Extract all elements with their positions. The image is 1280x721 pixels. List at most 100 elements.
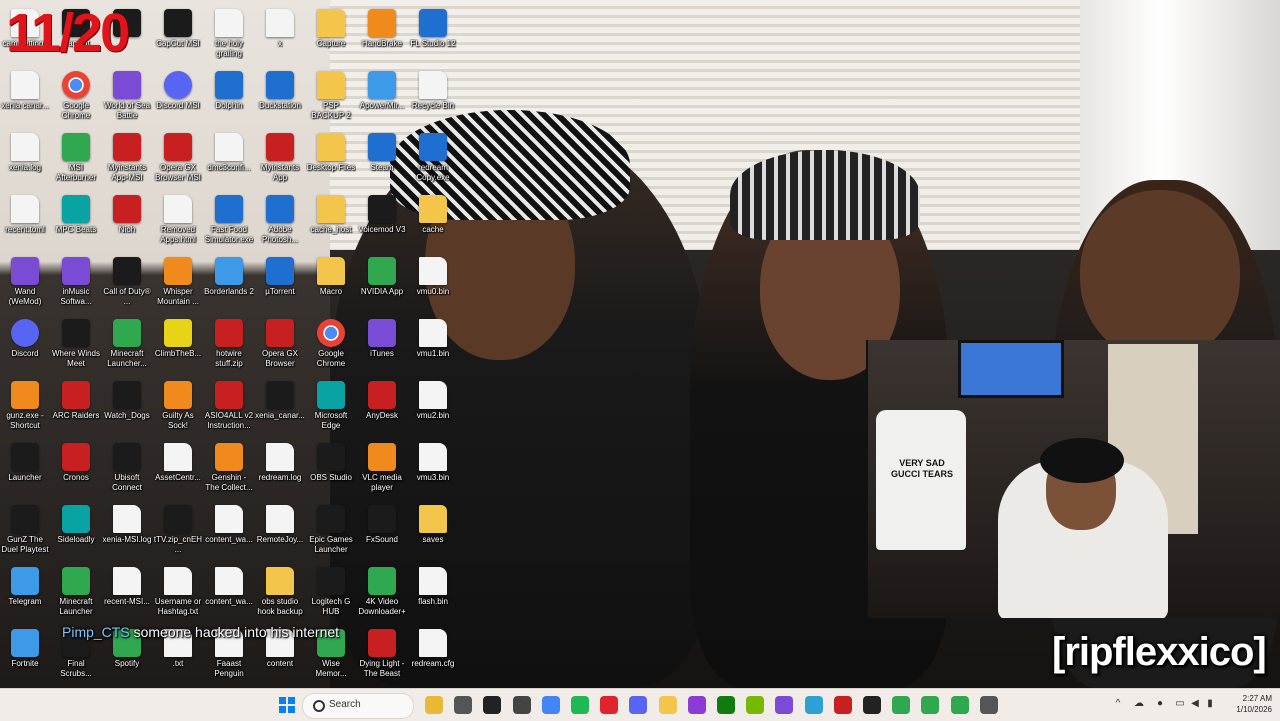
desktop-icon[interactable]: dmc3confi... (204, 128, 254, 190)
opera-icon[interactable] (600, 696, 618, 714)
folder-icon[interactable] (659, 696, 677, 714)
desktop-icon[interactable]: HandBrake (357, 4, 407, 66)
desktop-icon[interactable]: VLC media player (357, 438, 407, 500)
desktop-icon[interactable]: Logitech G HUB (306, 562, 356, 624)
xbox-icon[interactable] (717, 696, 735, 714)
desktop-icon[interactable]: ApowerMir... (357, 66, 407, 128)
chevron-up-icon[interactable]: ^ (1112, 698, 1124, 710)
desktop-icon[interactable]: xenia-MSI.log (102, 500, 152, 562)
obs-icon[interactable] (513, 696, 531, 714)
desktop-icon[interactable]: Call of Duty® ... (102, 252, 152, 314)
start-button[interactable] (275, 693, 299, 717)
desktop-icon[interactable]: Borderlands 2 (204, 252, 254, 314)
desktop-icon[interactable]: Opera GX Browser (255, 314, 305, 376)
desktop-icon[interactable]: Watch_Dogs (102, 376, 152, 438)
desktop-icon[interactable]: Google Chrome (306, 314, 356, 376)
desktop-icon[interactable]: Ubisoft Connect (102, 438, 152, 500)
desktop-icon[interactable]: xenia_canar... (255, 376, 305, 438)
desktop-icon[interactable]: saves (408, 500, 458, 562)
desktop-icon[interactable]: vmu0.bin (408, 252, 458, 314)
desktop-icon[interactable]: tTV.zip_cnEH... (153, 500, 203, 562)
desktop-icon[interactable]: vmu1.bin (408, 314, 458, 376)
cloud-icon[interactable]: ☁ (1133, 698, 1145, 710)
desktop-icon[interactable]: cache_host (306, 190, 356, 252)
desktop-icon[interactable]: FxSound (357, 500, 407, 562)
desktop-icon[interactable]: Minecraft Launcher... (102, 314, 152, 376)
desktop-icon[interactable]: Google Chrome (51, 66, 101, 128)
desktop-icon[interactable]: Macro (306, 252, 356, 314)
app-icon[interactable] (805, 696, 823, 714)
desktop-icon[interactable]: ASIO4ALL v2 Instruction... (204, 376, 254, 438)
desktop-icon[interactable]: CapCut MSI (153, 4, 203, 66)
app-icon[interactable] (921, 696, 939, 714)
app-icon[interactable] (892, 696, 910, 714)
desktop-icon[interactable]: Epic Games Launcher (306, 500, 356, 562)
discord-icon[interactable] (629, 696, 647, 714)
desktop-icon[interactable]: ARC Raiders (51, 376, 101, 438)
desktop-icon[interactable]: AnyDesk (357, 376, 407, 438)
battery-icon[interactable]: ▮ (1204, 698, 1216, 710)
desktop-icon[interactable]: RemoteJoy... (255, 500, 305, 562)
desktop-icon[interactable]: Username or Hashtag.txt (153, 562, 203, 624)
microphone-icon[interactable]: ● (1154, 698, 1166, 710)
desktop-icon[interactable]: Sideloadly (51, 500, 101, 562)
desktop-icon[interactable]: Nioh (102, 190, 152, 252)
desktop-icon[interactable]: Opera GX Browser MSI (153, 128, 203, 190)
desktop-icon[interactable]: Guilty As Sock! (153, 376, 203, 438)
app-icon[interactable] (688, 696, 706, 714)
desktop-icon[interactable]: recent-MSI... (102, 562, 152, 624)
desktop-icon[interactable]: flash.bin (408, 562, 458, 624)
desktop-icon[interactable]: Cronos (51, 438, 101, 500)
capcut-icon[interactable] (483, 696, 501, 714)
desktop-icon[interactable]: hotwire stuff.zip (204, 314, 254, 376)
desktop-icon[interactable]: Minecraft Launcher (51, 562, 101, 624)
grid-icon[interactable] (980, 696, 998, 714)
desktop-icon[interactable]: PSP BACKUP 2 (306, 66, 356, 128)
desktop-icon[interactable]: MPC Beats (51, 190, 101, 252)
desktop-icon[interactable]: Voicemod V3 (357, 190, 407, 252)
desktop-icon[interactable]: Myinstants App-MSI (102, 128, 152, 190)
desktop-icon[interactable]: OBS Studio (306, 438, 356, 500)
desktop-icon[interactable]: MSI Afterburner (51, 128, 101, 190)
desktop-icon[interactable]: redream.cfg (408, 624, 458, 686)
desktop-icon[interactable]: µTorrent (255, 252, 305, 314)
desktop-icon[interactable]: Fortnite (0, 624, 50, 686)
desktop-icon[interactable]: cache (408, 190, 458, 252)
game-icon[interactable] (775, 696, 793, 714)
desktop-icon[interactable]: World of Sea Battle (102, 66, 152, 128)
desktop-icon[interactable]: GunZ The Duel Playtest (0, 500, 50, 562)
desktop-icon[interactable]: Launcher (0, 438, 50, 500)
desktop-icon[interactable]: inMusic Softwa... (51, 252, 101, 314)
desktop-icon[interactable]: Fast Food Simulator.exe (204, 190, 254, 252)
desktop-icon[interactable]: Capture (306, 4, 356, 66)
desktop-icon[interactable]: redream Copy.exe (408, 128, 458, 190)
desktop-icon[interactable]: xenia.log (0, 128, 50, 190)
desktop-icon[interactable]: recent.toml (0, 190, 50, 252)
desktop-icon[interactable]: Dolphin (204, 66, 254, 128)
desktop-icon[interactable]: Discord (0, 314, 50, 376)
desktop-icon[interactable]: ClimbTheB... (153, 314, 203, 376)
desktop-icon[interactable]: Recycle Bin (408, 66, 458, 128)
file-explorer-icon[interactable] (425, 696, 443, 714)
desktop-icon[interactable]: the holy grailing (204, 4, 254, 66)
desktop-icon[interactable]: x (255, 4, 305, 66)
chrome-icon[interactable] (542, 696, 560, 714)
desktop-icon[interactable]: vmu3.bin (408, 438, 458, 500)
desktop-icon[interactable]: Microsoft Edge (306, 376, 356, 438)
desktop-icon[interactable]: Dying Light - The Beast (357, 624, 407, 686)
desktop-icon[interactable]: Discord MSI (153, 66, 203, 128)
nvidia-icon[interactable] (746, 696, 764, 714)
capcut-icon[interactable] (863, 696, 881, 714)
desktop-icon[interactable]: redream.log (255, 438, 305, 500)
desktop-icon[interactable]: vmu2.bin (408, 376, 458, 438)
desktop-icon[interactable]: Adobe Photosh... (255, 190, 305, 252)
taskbar-clock[interactable]: 2:27 AM 1/10/2026 (1222, 693, 1272, 715)
taskbar-search[interactable]: Search (302, 693, 414, 719)
desktop-icon[interactable]: Genshin - The Collect... (204, 438, 254, 500)
desktop-icon[interactable]: Where Winds Meet (51, 314, 101, 376)
desktop-icon[interactable]: AssetCentr... (153, 438, 203, 500)
spotify-icon[interactable] (571, 696, 589, 714)
desktop-icon[interactable]: Removed Apps.html (153, 190, 203, 252)
desktop-icon[interactable]: Desktop Files (306, 128, 356, 190)
desktop-icon[interactable]: Duckstation (255, 66, 305, 128)
